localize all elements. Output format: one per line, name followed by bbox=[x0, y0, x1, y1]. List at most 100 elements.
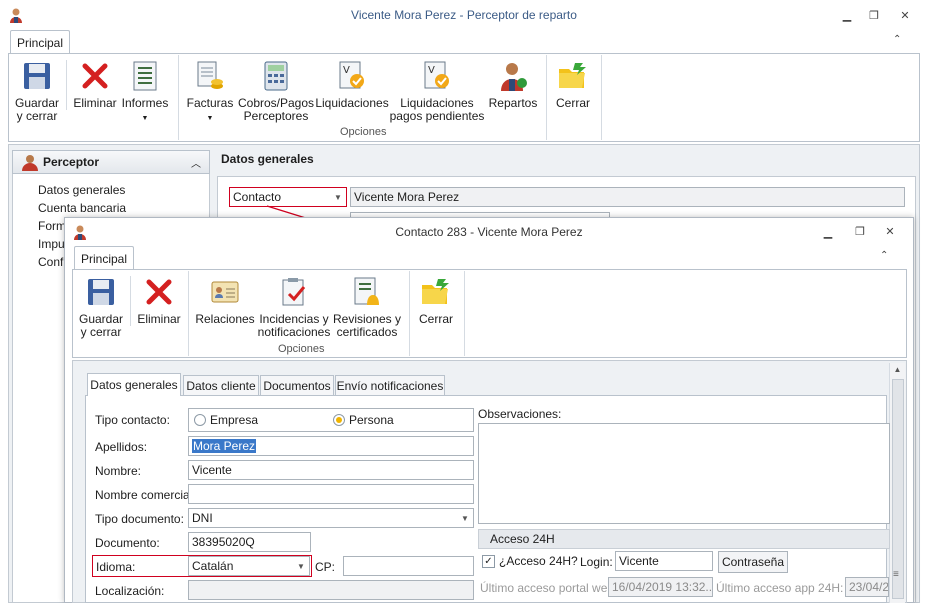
liquidaciones-button[interactable]: V Liquidaciones bbox=[315, 60, 389, 110]
dropdown-arrow-icon: ▼ bbox=[141, 115, 149, 122]
persona-radio[interactable]: Persona bbox=[333, 413, 394, 427]
empresa-label: Empresa bbox=[210, 413, 259, 427]
nombre-value: Vicente bbox=[192, 463, 232, 477]
empresa-radio[interactable]: Empresa bbox=[194, 413, 258, 427]
dialog-tab-principal[interactable]: Principal bbox=[74, 246, 134, 270]
collapse-ribbon-icon[interactable]: ⌃ bbox=[893, 34, 901, 45]
cp-field[interactable] bbox=[343, 556, 474, 576]
chevron-up-icon[interactable]: ︿ bbox=[191, 155, 201, 170]
dialog-cerrar-label: Cerrar bbox=[418, 312, 453, 326]
liquidation-pending-icon: V bbox=[421, 60, 453, 92]
sidebar-header[interactable]: Perceptor ︿ bbox=[12, 150, 210, 174]
ribbon-separator bbox=[188, 271, 189, 356]
repartos-button[interactable]: Repartos bbox=[488, 60, 538, 110]
liquidation-check-icon: V bbox=[336, 60, 368, 92]
facturas-label: Facturas bbox=[186, 96, 234, 110]
tab-envio-notificaciones[interactable]: Envío notificaciones bbox=[335, 375, 445, 395]
dialog-close-icon[interactable]: ✕ bbox=[880, 221, 900, 241]
observaciones-textarea[interactable] bbox=[478, 423, 890, 524]
nombre-comercial-label: Nombre comercial: bbox=[95, 488, 196, 502]
svg-text:V: V bbox=[343, 65, 350, 76]
restore-icon[interactable]: ❐ bbox=[864, 5, 884, 25]
localizacion-label: Localización: bbox=[95, 584, 165, 598]
dialog-guardar-cerrar-button[interactable]: Guardar y cerrar bbox=[78, 276, 124, 339]
tab-principal[interactable]: Principal bbox=[10, 30, 70, 54]
cobros-label: Cobros/Pagos Perceptores bbox=[237, 96, 315, 123]
relaciones-label: Relaciones bbox=[195, 312, 255, 326]
dialog-cerrar-button[interactable]: Cerrar bbox=[415, 276, 457, 326]
guardar-cerrar-button[interactable]: Guardar y cerrar bbox=[14, 60, 60, 123]
cobros-pagos-button[interactable]: Cobros/Pagos Perceptores bbox=[237, 60, 315, 123]
tipo-documento-value: DNI bbox=[192, 511, 213, 525]
radio-persona-icon[interactable] bbox=[333, 414, 345, 426]
eliminar-button[interactable]: Eliminar bbox=[72, 60, 118, 110]
grip-icon: ≡ bbox=[893, 569, 899, 580]
nombre-field[interactable]: Vicente bbox=[188, 460, 474, 480]
idioma-select[interactable]: Catalán ▼ bbox=[188, 556, 310, 576]
idioma-label: Idioma: bbox=[96, 560, 136, 574]
scroll-thumb[interactable] bbox=[892, 379, 904, 599]
tab-documentos[interactable]: Documentos bbox=[260, 375, 334, 395]
dialog-collapse-ribbon-icon[interactable]: ⌃ bbox=[880, 250, 888, 261]
acceso-24h-header: Acceso 24H bbox=[478, 529, 890, 549]
dialog-opciones-group-label: Opciones bbox=[278, 343, 325, 355]
sidebar-item-cuenta-bancaria[interactable]: Cuenta bancaria bbox=[38, 201, 126, 215]
persona-label: Persona bbox=[349, 413, 394, 427]
idioma-value: Catalán bbox=[192, 559, 234, 573]
close-icon[interactable]: ✕ bbox=[895, 5, 915, 25]
folder-exit-icon bbox=[420, 276, 452, 308]
invoice-coins-icon bbox=[194, 60, 226, 92]
scroll-up-icon[interactable]: ▲ bbox=[890, 365, 905, 374]
floppy-disk-icon bbox=[21, 60, 53, 92]
cerrar-label: Cerrar bbox=[555, 96, 590, 110]
checkbox-checked-icon[interactable]: ✓ bbox=[482, 554, 495, 568]
facturas-button[interactable]: Facturas ▼ bbox=[186, 60, 234, 125]
dropdown-arrow-icon[interactable]: ▼ bbox=[293, 557, 309, 575]
dialog-restore-icon[interactable]: ❐ bbox=[850, 221, 870, 241]
folder-exit-icon bbox=[557, 60, 589, 92]
radio-empresa-icon[interactable] bbox=[194, 414, 206, 426]
ribbon-separator bbox=[464, 271, 465, 356]
apellidos-field[interactable]: Mora Perez bbox=[188, 436, 474, 456]
tab-datos-cliente[interactable]: Datos cliente bbox=[183, 375, 259, 395]
contacto-combo-value: Contacto bbox=[233, 190, 282, 204]
cerrar-button[interactable]: Cerrar bbox=[552, 60, 594, 110]
informes-button[interactable]: Informes ▼ bbox=[122, 60, 168, 125]
tab-datos-generales[interactable]: Datos generales bbox=[87, 373, 181, 396]
documento-label: Documento: bbox=[95, 536, 160, 550]
person-delivery-icon bbox=[497, 60, 529, 92]
liquidaciones-pendientes-button[interactable]: V Liquidaciones pagos pendientes bbox=[390, 60, 484, 123]
tipo-documento-select[interactable]: DNI ▼ bbox=[188, 508, 474, 528]
tipo-documento-label: Tipo documento: bbox=[95, 512, 184, 526]
contacto-name-field: Vicente Mora Perez bbox=[350, 187, 905, 207]
documento-value: 38395020Q bbox=[192, 535, 255, 549]
sidebar-item-datos-generales[interactable]: Datos generales bbox=[38, 183, 125, 197]
acceso-24h-checkbox[interactable]: ✓ ¿Acceso 24H? bbox=[482, 554, 578, 568]
sidebar-item-configuracion[interactable]: Confi bbox=[38, 255, 66, 269]
certificate-bell-icon bbox=[351, 276, 383, 308]
dropdown-arrow-icon[interactable]: ▼ bbox=[457, 509, 473, 527]
vertical-scrollbar[interactable]: ▲ ≡ bbox=[889, 363, 905, 603]
ribbon-separator bbox=[546, 55, 547, 140]
dialog-minimize-icon[interactable]: ▁ bbox=[818, 222, 838, 242]
ribbon-separator bbox=[66, 60, 67, 110]
incidencias-label: Incidencias y notificaciones bbox=[257, 312, 331, 339]
localizacion-field bbox=[188, 580, 474, 600]
contrasena-button[interactable]: Contraseña bbox=[718, 551, 788, 573]
apellidos-value: Mora Perez bbox=[192, 439, 257, 453]
revisiones-button[interactable]: Revisiones y certificados bbox=[333, 276, 401, 339]
ribbon-separator bbox=[601, 55, 602, 140]
incidencias-button[interactable]: Incidencias y notificaciones bbox=[258, 276, 330, 339]
relaciones-button[interactable]: Relaciones bbox=[195, 276, 255, 326]
sidebar-header-label: Perceptor bbox=[43, 155, 100, 169]
nombre-comercial-field[interactable] bbox=[188, 484, 474, 504]
dialog-guardar-label: Guardar y cerrar bbox=[78, 312, 124, 339]
minimize-icon[interactable]: ▁ bbox=[837, 5, 857, 25]
informes-label: Informes bbox=[121, 96, 169, 110]
window-title: Vicente Mora Perez - Perceptor de repart… bbox=[351, 8, 577, 22]
tipo-contacto-label: Tipo contacto: bbox=[95, 413, 170, 427]
login-field[interactable]: Vicente bbox=[615, 551, 713, 571]
dialog-eliminar-button[interactable]: Eliminar bbox=[136, 276, 182, 326]
svg-text:V: V bbox=[428, 65, 435, 76]
documento-field[interactable]: 38395020Q bbox=[188, 532, 311, 552]
